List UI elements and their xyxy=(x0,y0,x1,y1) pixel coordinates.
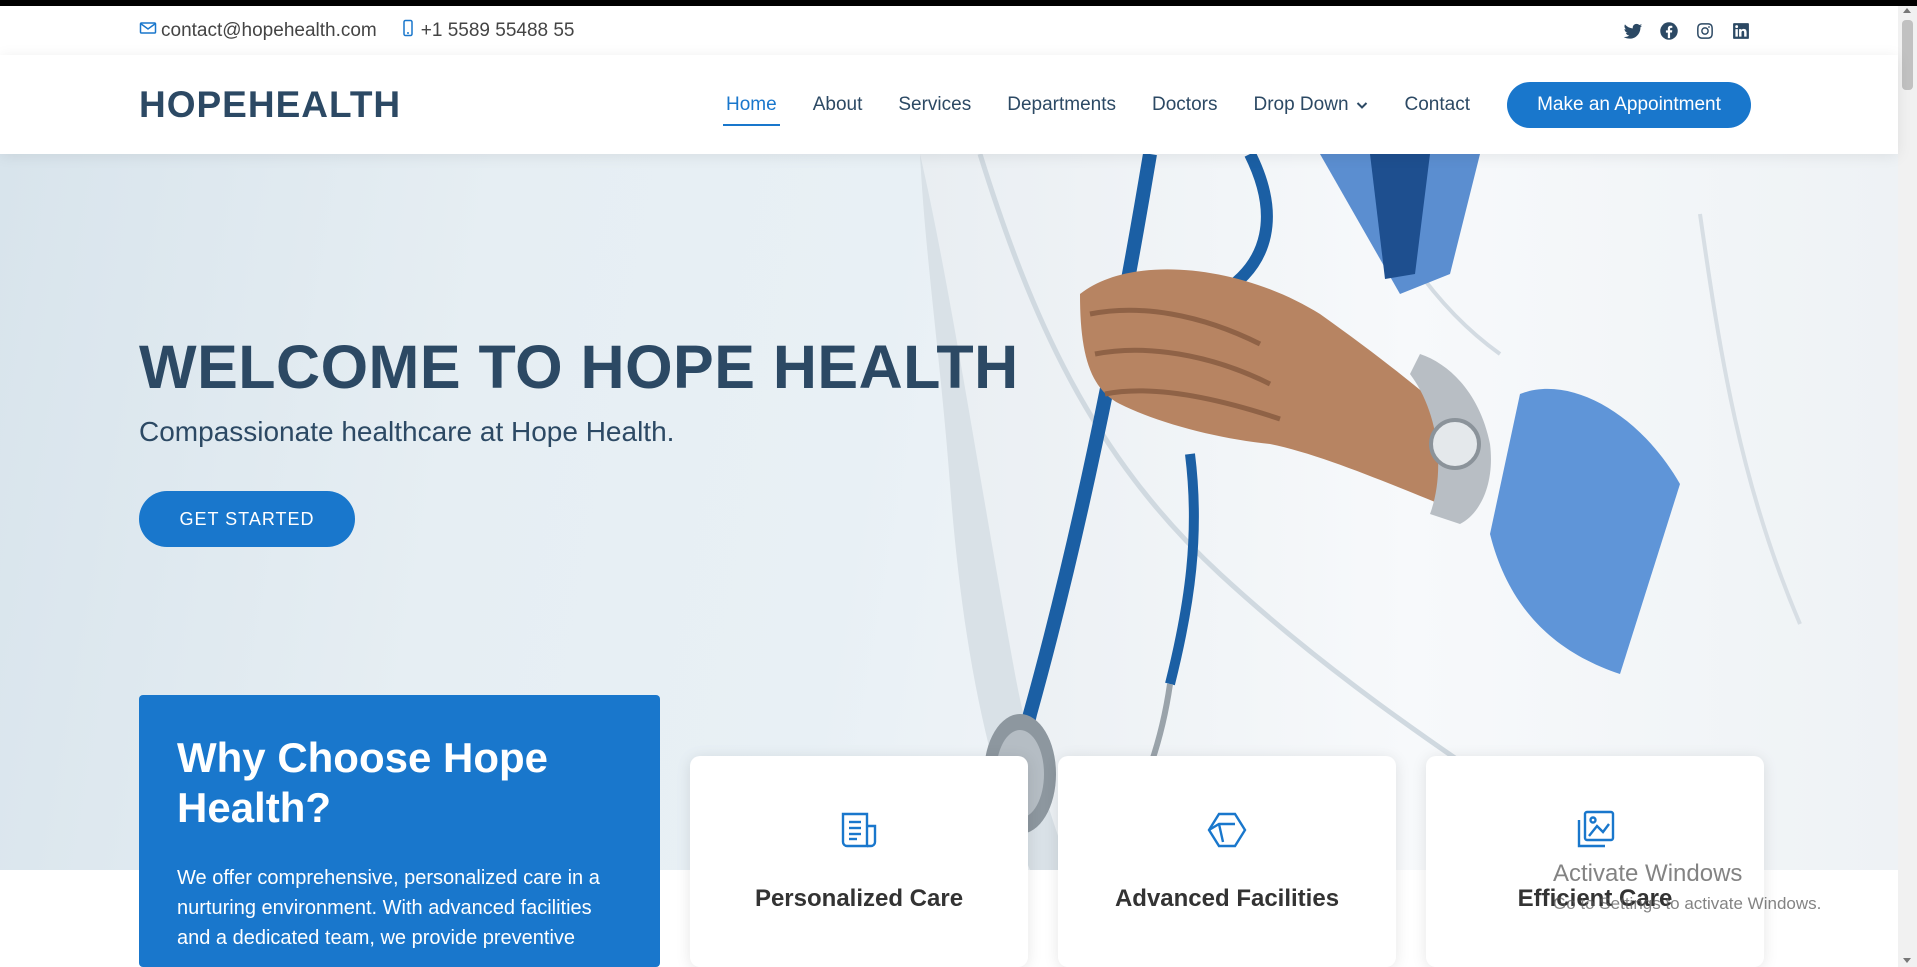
twitter-icon[interactable] xyxy=(1623,21,1643,41)
why-choose-box: Why Choose Hope Health? We offer compreh… xyxy=(139,695,660,967)
nav-departments[interactable]: Departments xyxy=(1004,86,1119,124)
cube-icon xyxy=(1205,812,1249,856)
scrollbar-thumb[interactable] xyxy=(1902,20,1913,90)
hero-title: WELCOME TO HOPE HEALTH xyxy=(139,333,1019,401)
scroll-down-arrow[interactable] xyxy=(1903,958,1911,963)
top-bar: contact@hopehealth.com +1 5589 55488 55 xyxy=(0,6,1898,55)
linkedin-icon[interactable] xyxy=(1731,21,1751,41)
social-links xyxy=(1623,21,1751,41)
email-text[interactable]: contact@hopehealth.com xyxy=(161,20,377,42)
hero-text: WELCOME TO HOPE HEALTH Compassionate hea… xyxy=(139,332,1019,547)
envelope-icon xyxy=(139,19,157,43)
get-started-button[interactable]: GET STARTED xyxy=(139,491,355,547)
facebook-icon[interactable] xyxy=(1659,21,1679,41)
card-title: Personalized Care xyxy=(754,885,964,912)
feature-card-advanced-facilities: Advanced Facilities xyxy=(1058,756,1396,967)
windows-activation-watermark: Activate Windows Go to Settings to activ… xyxy=(1553,860,1821,914)
nav-doctors[interactable]: Doctors xyxy=(1149,86,1220,124)
phone-text[interactable]: +1 5589 55488 55 xyxy=(421,20,575,42)
vertical-scrollbar[interactable] xyxy=(1898,6,1917,967)
feature-card-personalized-care: Personalized Care xyxy=(690,756,1028,967)
make-appointment-button[interactable]: Make an Appointment xyxy=(1507,81,1751,128)
site-header: HOPEHEALTH Home About Services Departmen… xyxy=(0,55,1898,154)
chevron-down-icon xyxy=(1356,101,1367,109)
nav-contact[interactable]: Contact xyxy=(1402,86,1473,124)
document-icon xyxy=(837,812,881,856)
main-nav: Home About Services Departments Doctors … xyxy=(693,81,1751,128)
site-logo[interactable]: HOPEHEALTH xyxy=(139,84,401,126)
nav-dropdown[interactable]: Drop Down xyxy=(1250,86,1371,124)
watermark-subtitle: Go to Settings to activate Windows. xyxy=(1553,894,1822,913)
email-contact[interactable]: contact@hopehealth.com xyxy=(139,19,377,43)
phone-icon xyxy=(399,19,417,43)
why-choose-text: We offer comprehensive, personalized car… xyxy=(177,867,600,949)
phone-contact[interactable]: +1 5589 55488 55 xyxy=(399,19,575,43)
nav-about[interactable]: About xyxy=(810,86,866,124)
contact-info: contact@hopehealth.com +1 5589 55488 55 xyxy=(139,19,575,43)
images-icon xyxy=(1573,810,1617,856)
instagram-icon[interactable] xyxy=(1695,21,1715,41)
card-title: Advanced Facilities xyxy=(1114,885,1340,912)
nav-services[interactable]: Services xyxy=(895,86,974,124)
nav-dropdown-label: Drop Down xyxy=(1253,93,1349,115)
watermark-title: Activate Windows xyxy=(1553,860,1743,887)
hero-subtitle: Compassionate healthcare at Hope Health. xyxy=(139,416,675,447)
nav-home[interactable]: Home xyxy=(723,86,780,126)
why-choose-title: Why Choose Hope Health? xyxy=(177,734,549,831)
scroll-up-arrow[interactable] xyxy=(1903,8,1911,13)
